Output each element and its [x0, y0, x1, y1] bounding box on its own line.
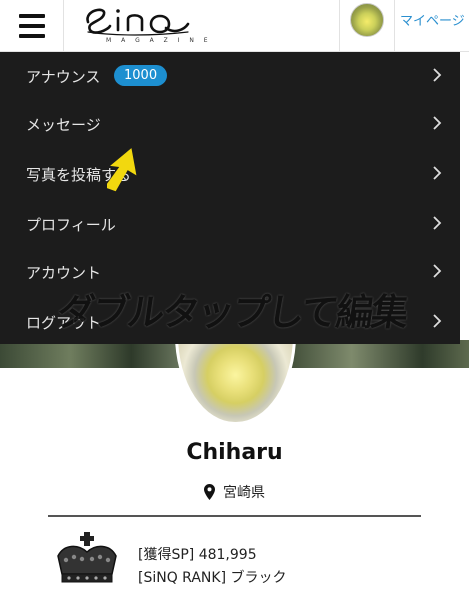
menu-item-message[interactable]: メッセージ — [0, 100, 460, 148]
menu-item-label: アナウンス — [26, 68, 101, 86]
earned-points: [獲得SP] 481,995 — [138, 547, 257, 563]
header-divider — [394, 0, 395, 52]
chevron-right-icon — [433, 216, 442, 230]
location-text: 宮崎県 — [223, 485, 265, 501]
mypage-link[interactable]: マイページ — [400, 10, 465, 29]
hamburger-menu-button[interactable] — [0, 0, 64, 52]
sinq-rank: [SiNQ RANK] ブラック — [138, 570, 287, 586]
mypage-avatar[interactable] — [350, 3, 384, 37]
sinq-logo[interactable]: M A G A Z I N E — [70, 2, 270, 50]
crown-icon — [57, 532, 117, 583]
section-divider — [48, 515, 421, 517]
chevron-right-icon — [433, 314, 442, 328]
profile-name: Chiharu — [186, 440, 283, 465]
hamburger-line — [18, 34, 45, 38]
profile-location: 宮崎県 — [204, 482, 265, 502]
location-pin-icon — [204, 484, 215, 500]
menu-item-label: プロフィール — [26, 216, 116, 234]
edit-watermark: ダブルタップして編集 — [54, 291, 410, 334]
sinq-logo-mark — [86, 8, 190, 36]
chevron-right-icon — [433, 166, 442, 180]
header-divider — [339, 0, 340, 52]
menu-item-announce[interactable]: アナウンス 1000 — [0, 52, 460, 100]
menu-item-label: メッセージ — [26, 116, 101, 134]
chevron-right-icon — [433, 68, 442, 82]
chevron-right-icon — [433, 116, 442, 130]
menu-item-post-photo[interactable]: 写真を投稿する — [0, 150, 460, 198]
logo-subtitle: M A G A Z I N E — [106, 37, 212, 44]
menu-item-profile[interactable]: プロフィール — [0, 200, 460, 248]
site-header: M A G A Z I N E マイページ — [0, 0, 469, 52]
hamburger-line — [18, 24, 45, 28]
chevron-right-icon — [433, 264, 442, 278]
hamburger-line — [18, 14, 45, 18]
yellow-arrow-icon — [107, 148, 137, 192]
announce-count-badge: 1000 — [114, 65, 168, 86]
menu-item-label: アカウント — [26, 264, 102, 282]
